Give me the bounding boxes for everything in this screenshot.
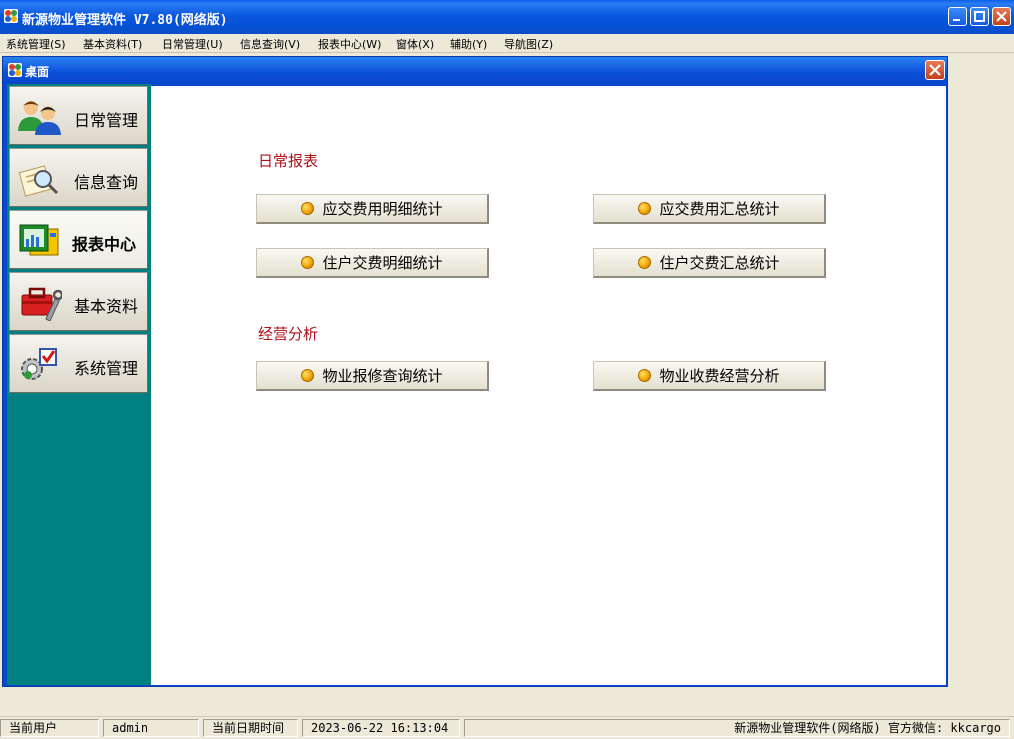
desktop-close-button[interactable] bbox=[925, 60, 945, 80]
bullet-icon bbox=[301, 202, 315, 215]
desktop-window: 桌面 日常管理 信息查询 报表中心 基本资料 系统管理 日常报表 应交费用明细统… bbox=[2, 56, 948, 687]
nav-item-system[interactable]: 系统管理 bbox=[9, 334, 148, 393]
bullet-icon bbox=[638, 202, 652, 215]
status-date-value: 2023-06-22 16:13:04 bbox=[302, 719, 460, 737]
nav-label-query: 信息查询 bbox=[74, 173, 139, 192]
bullet-icon bbox=[301, 369, 315, 382]
left-navigation: 日常管理 信息查询 报表中心 基本资料 系统管理 bbox=[7, 84, 151, 685]
report-button-due-fee-detail[interactable]: 应交费用明细统计 bbox=[256, 194, 489, 224]
desktop-window-title: 桌面 bbox=[25, 65, 50, 79]
settings-gear-icon bbox=[21, 348, 57, 380]
nav-label-system: 系统管理 bbox=[74, 359, 139, 378]
search-document-icon bbox=[18, 165, 59, 197]
nav-label-report: 报表中心 bbox=[72, 235, 137, 254]
report-button-fee-business-analysis[interactable]: 物业收费经营分析 bbox=[593, 361, 826, 391]
minimize-icon bbox=[953, 19, 960, 21]
button-label: 应交费用明细统计 bbox=[322, 200, 443, 218]
close-icon bbox=[996, 11, 1007, 22]
status-info: 新源物业管理软件(网络版) 官方微信: kkcargo bbox=[464, 719, 1010, 737]
button-label: 物业报修查询统计 bbox=[322, 367, 443, 385]
status-bar: 当前用户 admin 当前日期时间 2023-06-22 16:13:04 新源… bbox=[0, 716, 1014, 739]
toolbox-icon bbox=[21, 287, 62, 321]
menu-query[interactable]: 信息查询(V) bbox=[240, 36, 300, 52]
nav-item-basic[interactable]: 基本资料 bbox=[9, 272, 148, 331]
menu-window[interactable]: 窗体(X) bbox=[396, 36, 434, 52]
button-label: 住户交费汇总统计 bbox=[659, 254, 780, 272]
menu-navmap[interactable]: 导航图(Z) bbox=[504, 36, 553, 52]
menu-daily[interactable]: 日常管理(U) bbox=[162, 36, 223, 52]
nav-item-daily[interactable]: 日常管理 bbox=[9, 86, 148, 145]
window-logo-icon bbox=[8, 63, 22, 77]
report-chart-icon bbox=[19, 224, 59, 256]
report-center-panel: 日常报表 应交费用明细统计 应交费用汇总统计 住户交费明细统计 住户交费汇总统计… bbox=[151, 86, 946, 685]
nav-item-query[interactable]: 信息查询 bbox=[9, 148, 148, 207]
close-button[interactable] bbox=[992, 7, 1011, 26]
menu-report[interactable]: 报表中心(W) bbox=[318, 36, 381, 52]
report-button-resident-payment-summary[interactable]: 住户交费汇总统计 bbox=[593, 248, 826, 278]
nav-label-basic: 基本资料 bbox=[74, 297, 139, 316]
users-icon bbox=[18, 101, 61, 135]
maximize-icon bbox=[974, 11, 985, 22]
menu-assist[interactable]: 辅助(Y) bbox=[450, 36, 487, 52]
section-title-business-analysis: 经营分析 bbox=[258, 325, 319, 343]
status-user-label: 当前用户 bbox=[0, 719, 99, 737]
report-button-due-fee-summary[interactable]: 应交费用汇总统计 bbox=[593, 194, 826, 224]
report-button-repair-query[interactable]: 物业报修查询统计 bbox=[256, 361, 489, 391]
button-label: 应交费用汇总统计 bbox=[659, 200, 780, 218]
maximize-button[interactable] bbox=[970, 7, 989, 26]
bullet-icon bbox=[638, 256, 652, 269]
nav-item-report[interactable]: 报表中心 bbox=[9, 210, 148, 269]
menu-basic[interactable]: 基本资料(T) bbox=[83, 36, 142, 52]
app-title-bar: 新源物业管理软件 V7.80(网络版) bbox=[0, 0, 1014, 34]
button-label: 物业收费经营分析 bbox=[659, 367, 780, 385]
menu-system[interactable]: 系统管理(S) bbox=[6, 36, 66, 52]
section-title-daily-reports: 日常报表 bbox=[258, 152, 319, 170]
close-icon bbox=[929, 64, 941, 76]
minimize-button[interactable] bbox=[948, 7, 967, 26]
app-logo-icon bbox=[4, 9, 18, 23]
status-date-label: 当前日期时间 bbox=[203, 719, 298, 737]
bullet-icon bbox=[638, 369, 652, 382]
report-button-resident-payment-detail[interactable]: 住户交费明细统计 bbox=[256, 248, 489, 278]
desktop-window-title-bar: 桌面 bbox=[3, 57, 947, 84]
menu-bar: 系统管理(S) 基本资料(T) 日常管理(U) 信息查询(V) 报表中心(W) … bbox=[0, 34, 1014, 53]
bullet-icon bbox=[301, 256, 315, 269]
status-user-value: admin bbox=[103, 719, 199, 737]
button-label: 住户交费明细统计 bbox=[322, 254, 443, 272]
app-title: 新源物业管理软件 V7.80(网络版) bbox=[22, 13, 228, 28]
nav-label-daily: 日常管理 bbox=[74, 111, 139, 130]
